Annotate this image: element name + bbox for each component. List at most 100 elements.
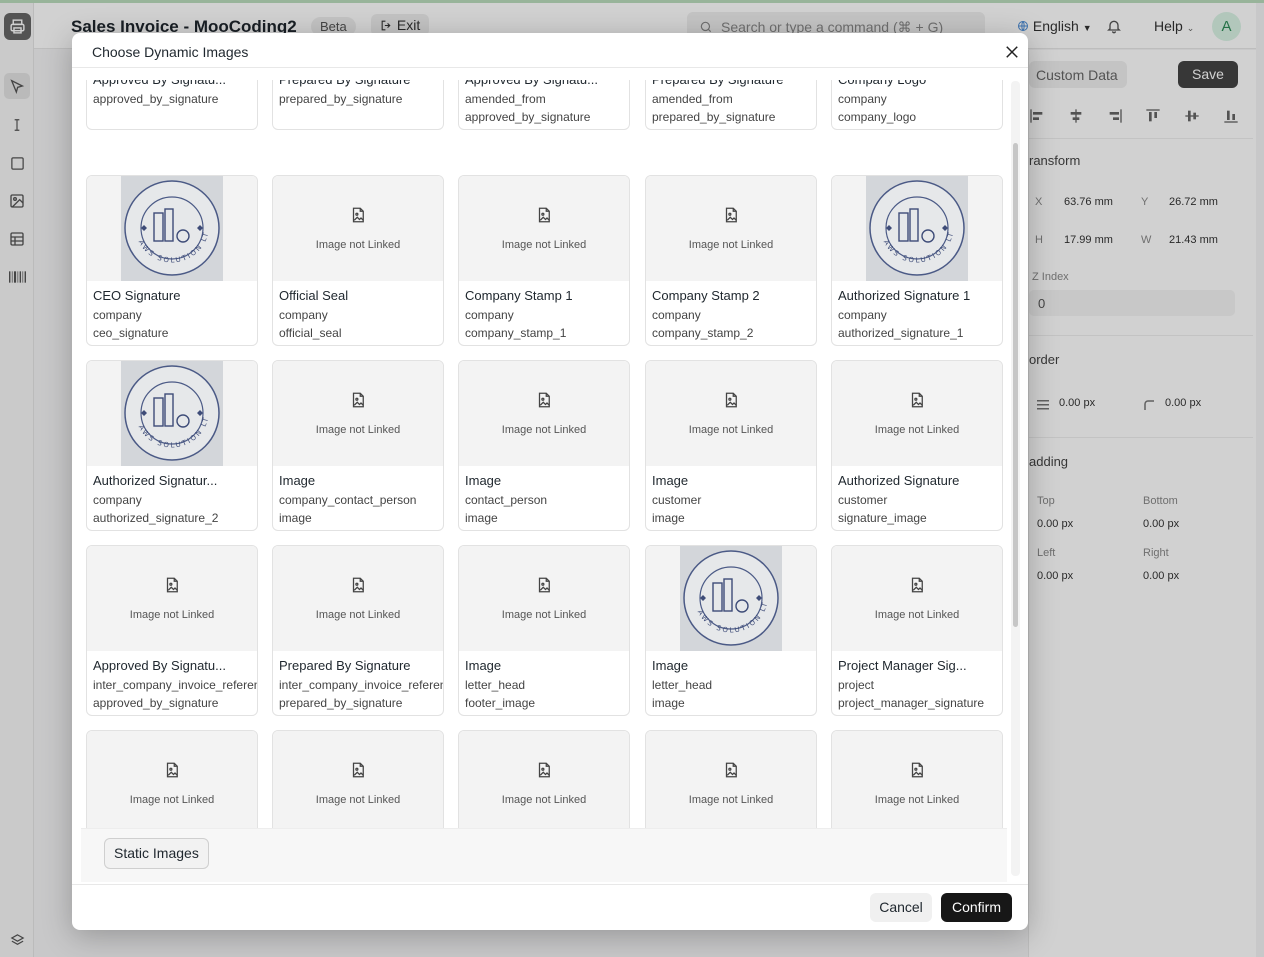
image-placeholder-icon: [163, 576, 181, 599]
image-field-card[interactable]: Company Logo company company_logo: [831, 80, 1003, 130]
image-thumbnail: AWS SOLUTION LTD.: [87, 176, 257, 281]
card-field-parent: company: [838, 308, 887, 322]
card-field-parent: company: [279, 308, 328, 322]
card-field-parent: company: [838, 92, 887, 106]
card-field-parent: letter_head: [465, 678, 526, 692]
company-seal-image: AWS SOLUTION LTD.: [866, 176, 968, 281]
image-field-card[interactable]: Image not Linked: [272, 730, 444, 828]
image-field-card[interactable]: Image not Linked Company Stamp 1 company co…: [458, 175, 630, 346]
confirm-button[interactable]: Confirm: [941, 893, 1012, 922]
image-field-card[interactable]: Image not Linked Image contact_person image: [458, 360, 630, 531]
image-field-card[interactable]: Image not Linked: [831, 730, 1003, 828]
image-not-linked-label: Image not Linked: [315, 609, 401, 621]
card-title: Image: [465, 658, 502, 673]
image-field-card[interactable]: AWS SOLUTION LTD. Authorized Signatur... c…: [86, 360, 258, 531]
image-field-card[interactable]: Image not Linked Company Stamp 2 company co…: [645, 175, 817, 346]
image-field-card[interactable]: Prepared By Signature amended_fromprepare…: [645, 80, 817, 130]
image-placeholder-icon: [908, 761, 926, 784]
card-field-name: prepared_by_signature: [279, 696, 403, 710]
image-thumbnail: Image not Linked: [832, 546, 1002, 651]
image-not-linked-label: Image not Linked: [315, 794, 401, 806]
image-placeholder-icon: [722, 391, 740, 414]
image-field-card[interactable]: Image not Linked: [645, 730, 817, 828]
scrollbar[interactable]: [1011, 81, 1020, 876]
image-thumbnail: Image not Linked: [646, 361, 816, 466]
image-field-card[interactable]: Image not Linked Official Seal company offi…: [272, 175, 444, 346]
image-thumbnail: AWS SOLUTION LTD.: [87, 361, 257, 466]
card-field-name: image: [652, 696, 685, 710]
image-not-linked-label: Image not Linked: [315, 239, 401, 251]
card-field-name: image: [465, 511, 498, 525]
card-field-parent: letter_head: [652, 678, 713, 692]
card-title: Authorized Signature 1: [838, 288, 971, 303]
image-not-linked-label: Image not Linked: [874, 424, 960, 436]
image-thumbnail: Image not Linked: [832, 731, 1002, 828]
image-thumbnail: Image not Linked: [273, 546, 443, 651]
image-field-card[interactable]: Image not Linked Approved By Signatu... in…: [86, 545, 258, 716]
image-field-card[interactable]: Image not Linked: [458, 730, 630, 828]
image-field-card[interactable]: Prepared By Signature prepared_by_signatu…: [272, 80, 444, 130]
card-title: Approved By Signatu...: [93, 658, 226, 673]
image-placeholder-icon: [349, 761, 367, 784]
image-field-card[interactable]: Image not Linked Project Manager Sig... pr…: [831, 545, 1003, 716]
card-field-name: signature_image: [838, 511, 927, 525]
image-field-card[interactable]: AWS SOLUTION LTD. Image letter_headimage: [645, 545, 817, 716]
image-field-card[interactable]: Image not Linked Image letter_head footer_i…: [458, 545, 630, 716]
cancel-button[interactable]: Cancel: [870, 893, 932, 922]
image-placeholder-icon: [349, 206, 367, 229]
image-placeholder-icon: [163, 761, 181, 784]
image-placeholder-icon: [722, 206, 740, 229]
image-placeholder-icon: [535, 391, 553, 414]
image-not-linked-label: Image not Linked: [688, 794, 774, 806]
image-placeholder-icon: [908, 576, 926, 599]
image-thumbnail: Image not Linked: [273, 176, 443, 281]
image-field-card[interactable]: AWS SOLUTION LTD. Authorized Signature 1 c…: [831, 175, 1003, 346]
card-field-name: footer_image: [465, 696, 536, 710]
close-icon[interactable]: [1003, 43, 1021, 61]
card-title: Prepared By Signature: [279, 80, 441, 87]
scrollbar-thumb[interactable]: [1013, 143, 1018, 627]
image-field-card[interactable]: Image not Linked Prepared By Signature int…: [272, 545, 444, 716]
image-field-card[interactable]: Image not Linked Image company_contact_per…: [272, 360, 444, 531]
choose-dynamic-images-dialog: Choose Dynamic Images Approved By Signat…: [72, 33, 1028, 930]
image-field-card[interactable]: AWS SOLUTION LTD. CEO Signature company ceo…: [86, 175, 258, 346]
card-title: CEO Signature: [93, 288, 181, 303]
image-field-card[interactable]: Image not Linked Image customer image: [645, 360, 817, 531]
card-field-parent: amended_from: [652, 92, 733, 106]
image-not-linked-label: Image not Linked: [501, 609, 587, 621]
card-field-parent: approved_by_signature: [93, 92, 219, 106]
static-images-button[interactable]: Static Images: [104, 838, 209, 869]
card-field-parent: company: [93, 308, 142, 322]
image-field-card[interactable]: Image not Linked: [86, 730, 258, 828]
card-field-name: approved_by_signature: [465, 110, 591, 124]
card-title: Company Stamp 2: [652, 288, 760, 303]
image-thumbnail: Image not Linked: [87, 731, 257, 828]
card-field-parent: amended_from: [465, 92, 546, 106]
image-placeholder-icon: [722, 761, 740, 784]
card-field-name: authorized_signature_1: [838, 326, 964, 340]
card-title: Official Seal: [279, 288, 349, 303]
image-not-linked-label: Image not Linked: [688, 424, 774, 436]
card-title: Image: [652, 473, 689, 488]
image-thumbnail: Image not Linked: [459, 176, 629, 281]
image-field-card[interactable]: Image not Linked Authorized Signature cust…: [831, 360, 1003, 531]
image-not-linked-label: Image not Linked: [501, 239, 587, 251]
card-title: Prepared By Signature: [279, 658, 411, 673]
card-field-name: authorized_signature_2: [93, 511, 219, 525]
card-title: Image: [279, 473, 316, 488]
card-field-parent: company_contact_person: [279, 493, 417, 507]
card-title: Prepared By Signature: [652, 80, 814, 87]
card-field-parent: customer: [838, 493, 888, 507]
image-placeholder-icon: [908, 391, 926, 414]
image-placeholder-icon: [349, 391, 367, 414]
card-title: Approved By Signatu...: [465, 80, 627, 87]
card-field-name: approved_by_signature: [93, 696, 219, 710]
card-field-parent: inter_company_invoice_reference: [93, 678, 258, 692]
image-field-card[interactable]: Approved By Signatu... amended_fromapprov…: [458, 80, 630, 130]
card-title: Authorized Signatur...: [93, 473, 218, 488]
image-not-linked-label: Image not Linked: [129, 794, 215, 806]
card-field-name: company_stamp_2: [652, 326, 754, 340]
image-field-card[interactable]: Approved By Signatu... approved_by_signat…: [86, 80, 258, 130]
image-thumbnail: Image not Linked: [646, 176, 816, 281]
card-field-name: ceo_signature: [93, 326, 169, 340]
